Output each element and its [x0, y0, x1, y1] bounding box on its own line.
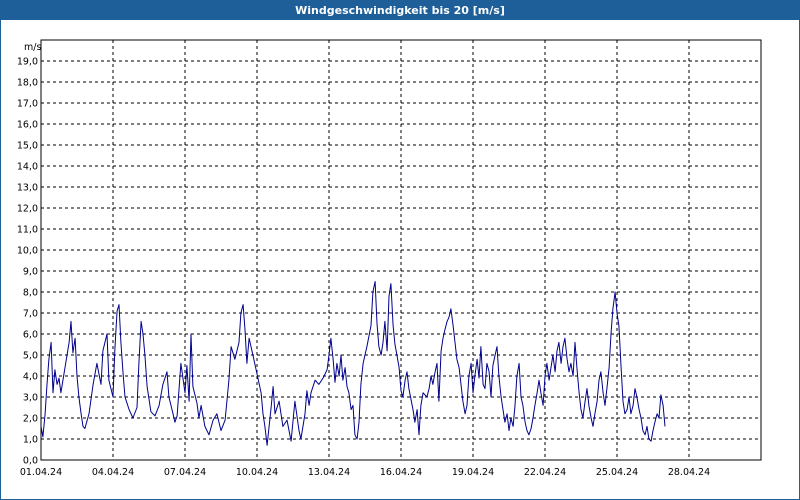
y-tick-label: 6,0 [23, 330, 38, 341]
x-tick-label: 04.04.24 [92, 467, 134, 478]
y-tick-label: 7,0 [23, 309, 38, 320]
x-tick-label: 10.04.24 [236, 467, 278, 478]
y-tick-label: 3,0 [23, 393, 38, 404]
x-tick-label: 28.04.24 [668, 467, 710, 478]
y-tick-label: 10,0 [17, 246, 38, 257]
x-tick-label: 16.04.24 [380, 467, 422, 478]
x-tick-label: 13.04.24 [308, 467, 350, 478]
x-tick-label: 07.04.24 [164, 467, 206, 478]
y-tick-label: 1,0 [23, 435, 38, 446]
y-tick-label: 19,0 [17, 57, 38, 68]
y-tick-label: 4,0 [23, 372, 38, 383]
y-tick-label: 15,0 [17, 141, 38, 152]
y-tick-label: 9,0 [23, 267, 38, 278]
y-axis-label: m/s [24, 42, 41, 53]
x-tick-label: 19.04.24 [452, 467, 494, 478]
x-tick-label: 01.04.24 [20, 467, 62, 478]
x-tick-labels: 01.04.24 04.04.24 07.04.24 10.04.24 13.04.24… [20, 467, 710, 478]
y-tick-labels: 0,0 1,0 2,0 3,0 4,0 5,0 6,0 7,0 8,0 9,0 10,0 11,0 12… [17, 57, 38, 467]
y-tick-label: 13,0 [17, 183, 38, 194]
y-tick-label: 5,0 [23, 351, 38, 362]
chart-window: Windgeschwindigkeit bis 20 [m/s] m/s 0,0… [0, 0, 800, 500]
y-tick-label: 12,0 [17, 204, 38, 215]
wind-speed-chart: m/s 0,0 1,0 2,0 3,0 4,0 5,0 6,0 7,0 8,0 9,0 10,0 11… [17, 39, 762, 478]
y-tick-label: 8,0 [23, 288, 38, 299]
y-tick-label: 16,0 [17, 120, 38, 131]
x-tick-label: 22.04.24 [524, 467, 566, 478]
y-tick-label: 17,0 [17, 99, 38, 110]
y-tick-label: 0,0 [23, 456, 38, 467]
x-tick-label: 25.04.24 [596, 467, 638, 478]
wind-speed-series [40, 281, 666, 446]
y-tick-label: 2,0 [23, 414, 38, 425]
y-tick-label: 11,0 [17, 225, 38, 236]
y-tick-label: 14,0 [17, 162, 38, 173]
y-tick-label: 18,0 [17, 78, 38, 89]
